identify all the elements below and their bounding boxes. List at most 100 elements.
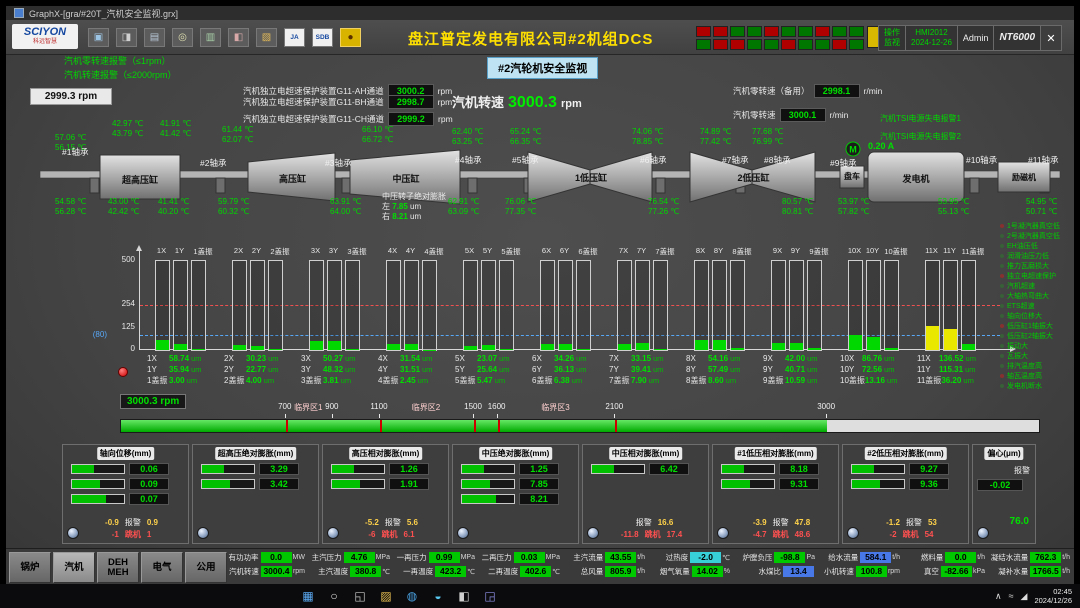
alarm-bell-icon[interactable]: ● — [340, 28, 361, 47]
panel-gauge-fill — [202, 480, 230, 488]
nav-button-汽机[interactable]: 汽机 — [53, 552, 95, 583]
speed-tick-mark — [332, 414, 333, 418]
vibration-bar-fill — [926, 326, 939, 350]
cylinder-label-hp: 高压缸 — [250, 172, 335, 185]
panel-title: #2低压相对膨胀(mm) — [864, 447, 946, 460]
settings-icon[interactable]: ◧ — [456, 588, 472, 604]
vibration-bar — [463, 260, 478, 351]
alarm-grid-cell — [713, 26, 728, 37]
edge-browser-icon[interactable]: ◍ — [404, 588, 420, 604]
metric-readout: 烟气氧量14.02% — [645, 566, 730, 577]
vibration-table-column: 10X86.76 um10Y72.56 um10盖振13.16 um — [840, 353, 916, 386]
printer-icon[interactable]: ▤ — [144, 28, 165, 47]
bearing-label: #4轴承 — [455, 154, 481, 166]
vibration-bar — [345, 260, 360, 351]
temperature-readout: 80.57 ℃80.81 ℃ — [782, 197, 813, 217]
panel-row: 3.42 — [193, 476, 318, 491]
taskbar-clock[interactable]: 02:45 2024/12/26 — [1034, 587, 1072, 605]
alarm-list-item: 瓦振大 — [1000, 351, 1076, 361]
zero-speed-alarm-note: 汽机零转速报警（≤1rpm） — [64, 54, 170, 67]
vibration-bar — [789, 260, 804, 351]
vibration-bar — [481, 260, 496, 351]
chevron-up-icon[interactable]: ∧ — [995, 591, 1002, 602]
temperature-readout: 61.44 ℃62.07 ℃ — [222, 125, 253, 145]
nav-button-DEH-MEH[interactable]: DEH MEH — [97, 552, 139, 583]
window-title: GraphX-[gra/#20T_汽机安全监视.grx] — [29, 7, 178, 20]
y-axis-tick: 254 — [107, 299, 135, 308]
speed-tick-label: 1100 — [365, 402, 393, 411]
temperature-readout: 62.91 ℃63.09 ℃ — [448, 197, 479, 217]
main-speed-unit: rpm — [561, 98, 582, 110]
bezel-right — [1074, 0, 1080, 584]
barring-current-readout: 0.20 A — [868, 141, 894, 151]
critical-zone-mark — [474, 420, 476, 432]
low-speed-alarm-note: 汽机转速报警（≤2000rpm） — [64, 68, 176, 81]
search-icon[interactable]: ○ — [326, 588, 342, 604]
toolbar: SCIYON 科远智慧 ▣◨▤◎▥◧▧JASDB● 盘江普定发电有限公司#2机组… — [6, 20, 1074, 55]
nav-button-电气[interactable]: 电气 — [141, 552, 183, 583]
temperature-readout: 77.68 ℃76.99 ℃ — [752, 127, 783, 147]
mode-toggle[interactable]: 操作 监视 — [879, 26, 906, 50]
panel-gauge — [721, 479, 775, 489]
expansion-panels: 轴向位移(mm)0.060.090.07-0.9报警0.9-1跳机1超高压绝对膨… — [62, 444, 1046, 546]
vibration-table-column: 4X31.54 um4Y31.51 um4盖振2.45 um — [378, 353, 454, 386]
vibration-table-column: 6X34.26 um6Y36.13 um6盖振6.38 um — [532, 353, 608, 386]
alarm-item-dot — [1000, 224, 1004, 228]
alarm-list-item: 独立电超速保护 — [1000, 271, 1076, 281]
panel-gauge — [331, 464, 385, 474]
panel-row: 8.21 — [453, 491, 578, 506]
sdb-logo[interactable]: SDB — [312, 28, 333, 47]
ja-logo[interactable]: JA — [284, 28, 305, 47]
folder-icon[interactable]: ▨ — [378, 588, 394, 604]
speed-tick-mark — [379, 414, 380, 418]
panel-row: 9.36 — [843, 476, 968, 491]
folder-icon[interactable]: ▧ — [256, 28, 277, 47]
panel-alarm-limits: -1.2报警53 — [857, 517, 966, 528]
hmi-station-label: HMI2012 — [915, 28, 947, 38]
close-icon[interactable]: ✕ — [1041, 26, 1061, 50]
panel-gauge — [71, 494, 125, 504]
mail-icon[interactable]: ◒ — [430, 588, 446, 604]
alarm-grid-cell — [764, 26, 779, 37]
terminal-icon[interactable]: ◲ — [482, 588, 498, 604]
vibration-table-column: 7X33.15 um7Y39.41 um7盖振7.90 um — [609, 353, 685, 386]
panel-rows: 6.42 — [583, 461, 708, 476]
alarm-item-dot — [1000, 244, 1004, 248]
monitor-photo: GraphX-[gra/#20T_汽机安全监视.grx] SCIYON 科远智慧… — [0, 0, 1080, 608]
panel-title: 超高压绝对膨胀(mm) — [215, 447, 297, 460]
panel-value: 6.42 — [649, 463, 689, 475]
main-speed-readout: 汽机转速 3000.3 rpm — [452, 92, 582, 112]
overspeed-channel-readout: 汽机独立电超速保护装置G11-CH通道2999.2rpm — [243, 112, 453, 126]
document-icon[interactable]: ▥ — [200, 28, 221, 47]
vibration-bar-fill — [500, 349, 513, 350]
bezel-top — [0, 0, 1080, 6]
speed-tick-mark — [497, 414, 498, 418]
alarm-list-item: 排汽温度高 — [1000, 361, 1076, 371]
monitor-icon[interactable]: ▣ — [88, 28, 109, 47]
zero-speed-readout: 汽机零转速 3000.1 r/min — [733, 108, 848, 122]
start-icon[interactable]: ▦ — [300, 588, 316, 604]
alarm-grid-cell — [798, 26, 813, 37]
mode-bottom-label: 监视 — [884, 38, 900, 48]
nav-button-锅炉[interactable]: 锅炉 — [9, 552, 51, 583]
search-icon[interactable]: ◎ — [172, 28, 193, 47]
panel-alarm-label: 报警 — [1014, 465, 1030, 476]
vibration-bar-fill — [695, 340, 708, 350]
alarm-item-dot — [1000, 274, 1004, 278]
network-icon[interactable]: ≈ — [1009, 591, 1014, 601]
user-cell[interactable]: Admin — [958, 26, 995, 50]
zero-speed-backup-value: 2998.1 — [814, 84, 860, 98]
palette-icon[interactable]: ◧ — [228, 28, 249, 47]
alarm-item-dot — [1000, 374, 1004, 378]
alarm-list-item: 轴瓦温度高 — [1000, 371, 1076, 381]
vibration-bar — [694, 260, 709, 351]
taskview-icon[interactable]: ◱ — [352, 588, 368, 604]
volume-icon[interactable]: ◢ — [1021, 591, 1028, 602]
vibration-bar — [807, 260, 822, 351]
save-icon[interactable]: ◨ — [116, 28, 137, 47]
panel-row: 1.91 — [323, 476, 448, 491]
panel-gauge — [201, 464, 255, 474]
panel-gauge-fill — [852, 480, 880, 488]
y-axis-tick: 0 — [107, 344, 135, 353]
alarm-grid-cell — [781, 39, 796, 50]
